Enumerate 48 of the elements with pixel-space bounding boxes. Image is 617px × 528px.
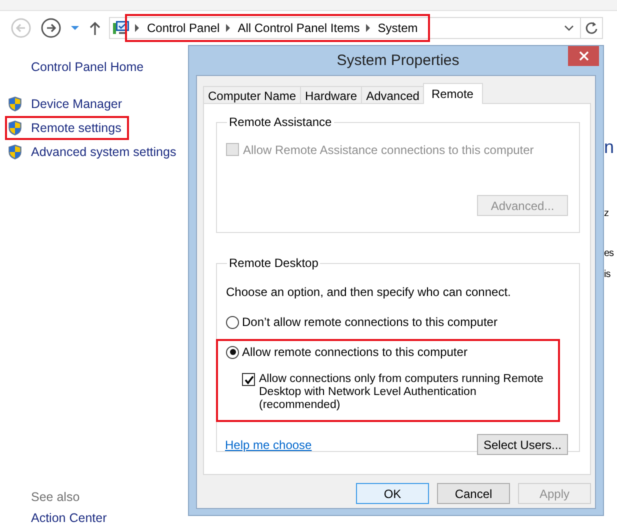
- instruction-text: Choose an option, and then specify who can connect.: [226, 285, 512, 299]
- breadcrumb[interactable]: Control Panel: [147, 20, 220, 34]
- tab[interactable]: Hardware: [300, 86, 362, 103]
- section-heading: See also: [31, 490, 81, 504]
- group-title: Remote Assistance: [228, 115, 333, 129]
- refresh-button[interactable]: [581, 16, 603, 38]
- help-link[interactable]: Help me choose: [225, 438, 312, 452]
- breadcrumb[interactable]: System: [378, 20, 418, 34]
- dialog-button[interactable]: OK: [356, 483, 429, 504]
- chevron-icon: [135, 24, 139, 32]
- chevron-icon: [226, 24, 230, 32]
- close-button[interactable]: [568, 46, 600, 66]
- shield-icon: [8, 144, 22, 160]
- select-users-button[interactable]: Select Users...: [477, 434, 568, 455]
- radio-label: Allow remote connections to this computer: [242, 345, 468, 359]
- up-arrow-icon[interactable]: [89, 20, 101, 34]
- forward-icon[interactable]: [41, 18, 61, 38]
- text-fragment: es: [604, 248, 615, 260]
- link[interactable]: Action Center: [31, 511, 188, 525]
- tab[interactable]: Computer Name: [203, 86, 302, 103]
- close-icon: [578, 51, 589, 61]
- computer-icon: [113, 20, 129, 35]
- radio-button[interactable]: [226, 346, 239, 358]
- chevron-down-icon: [564, 24, 574, 30]
- shield-icon: [8, 120, 22, 136]
- radio-label: Don’t allow remote connections to this computer: [242, 315, 498, 329]
- window-title: System Properties: [336, 52, 460, 69]
- link[interactable]: Control Panel Home: [31, 60, 188, 74]
- dropdown-caret-icon[interactable]: [71, 26, 79, 30]
- tab[interactable]: Advanced: [361, 86, 424, 103]
- breadcrumb[interactable]: All Control Panel Items: [238, 20, 360, 34]
- link[interactable]: Remote settings: [31, 121, 122, 135]
- radio-button[interactable]: [226, 316, 239, 328]
- link[interactable]: Advanced system settings: [31, 145, 176, 159]
- text-fragment: n: [604, 136, 615, 158]
- checkbox[interactable]: [242, 373, 255, 386]
- text-fragment: z: [604, 208, 610, 220]
- checkmark-icon: [244, 374, 254, 384]
- tab[interactable]: Remote: [423, 83, 484, 104]
- shield-icon: [8, 96, 22, 112]
- refresh-icon: [584, 20, 598, 34]
- text-fragment: is: [604, 269, 612, 281]
- group-title: Remote Desktop: [228, 256, 320, 270]
- checkbox-label: Allow connections only from computers running Remote Desktop with Network Level Authentication (recommended): [259, 373, 544, 412]
- dialog-button[interactable]: Cancel: [437, 483, 510, 504]
- chevron-icon: [366, 24, 370, 32]
- link[interactable]: Device Manager: [31, 97, 122, 111]
- checkbox-label: Allow Remote Assistance connections to this computer: [243, 143, 534, 157]
